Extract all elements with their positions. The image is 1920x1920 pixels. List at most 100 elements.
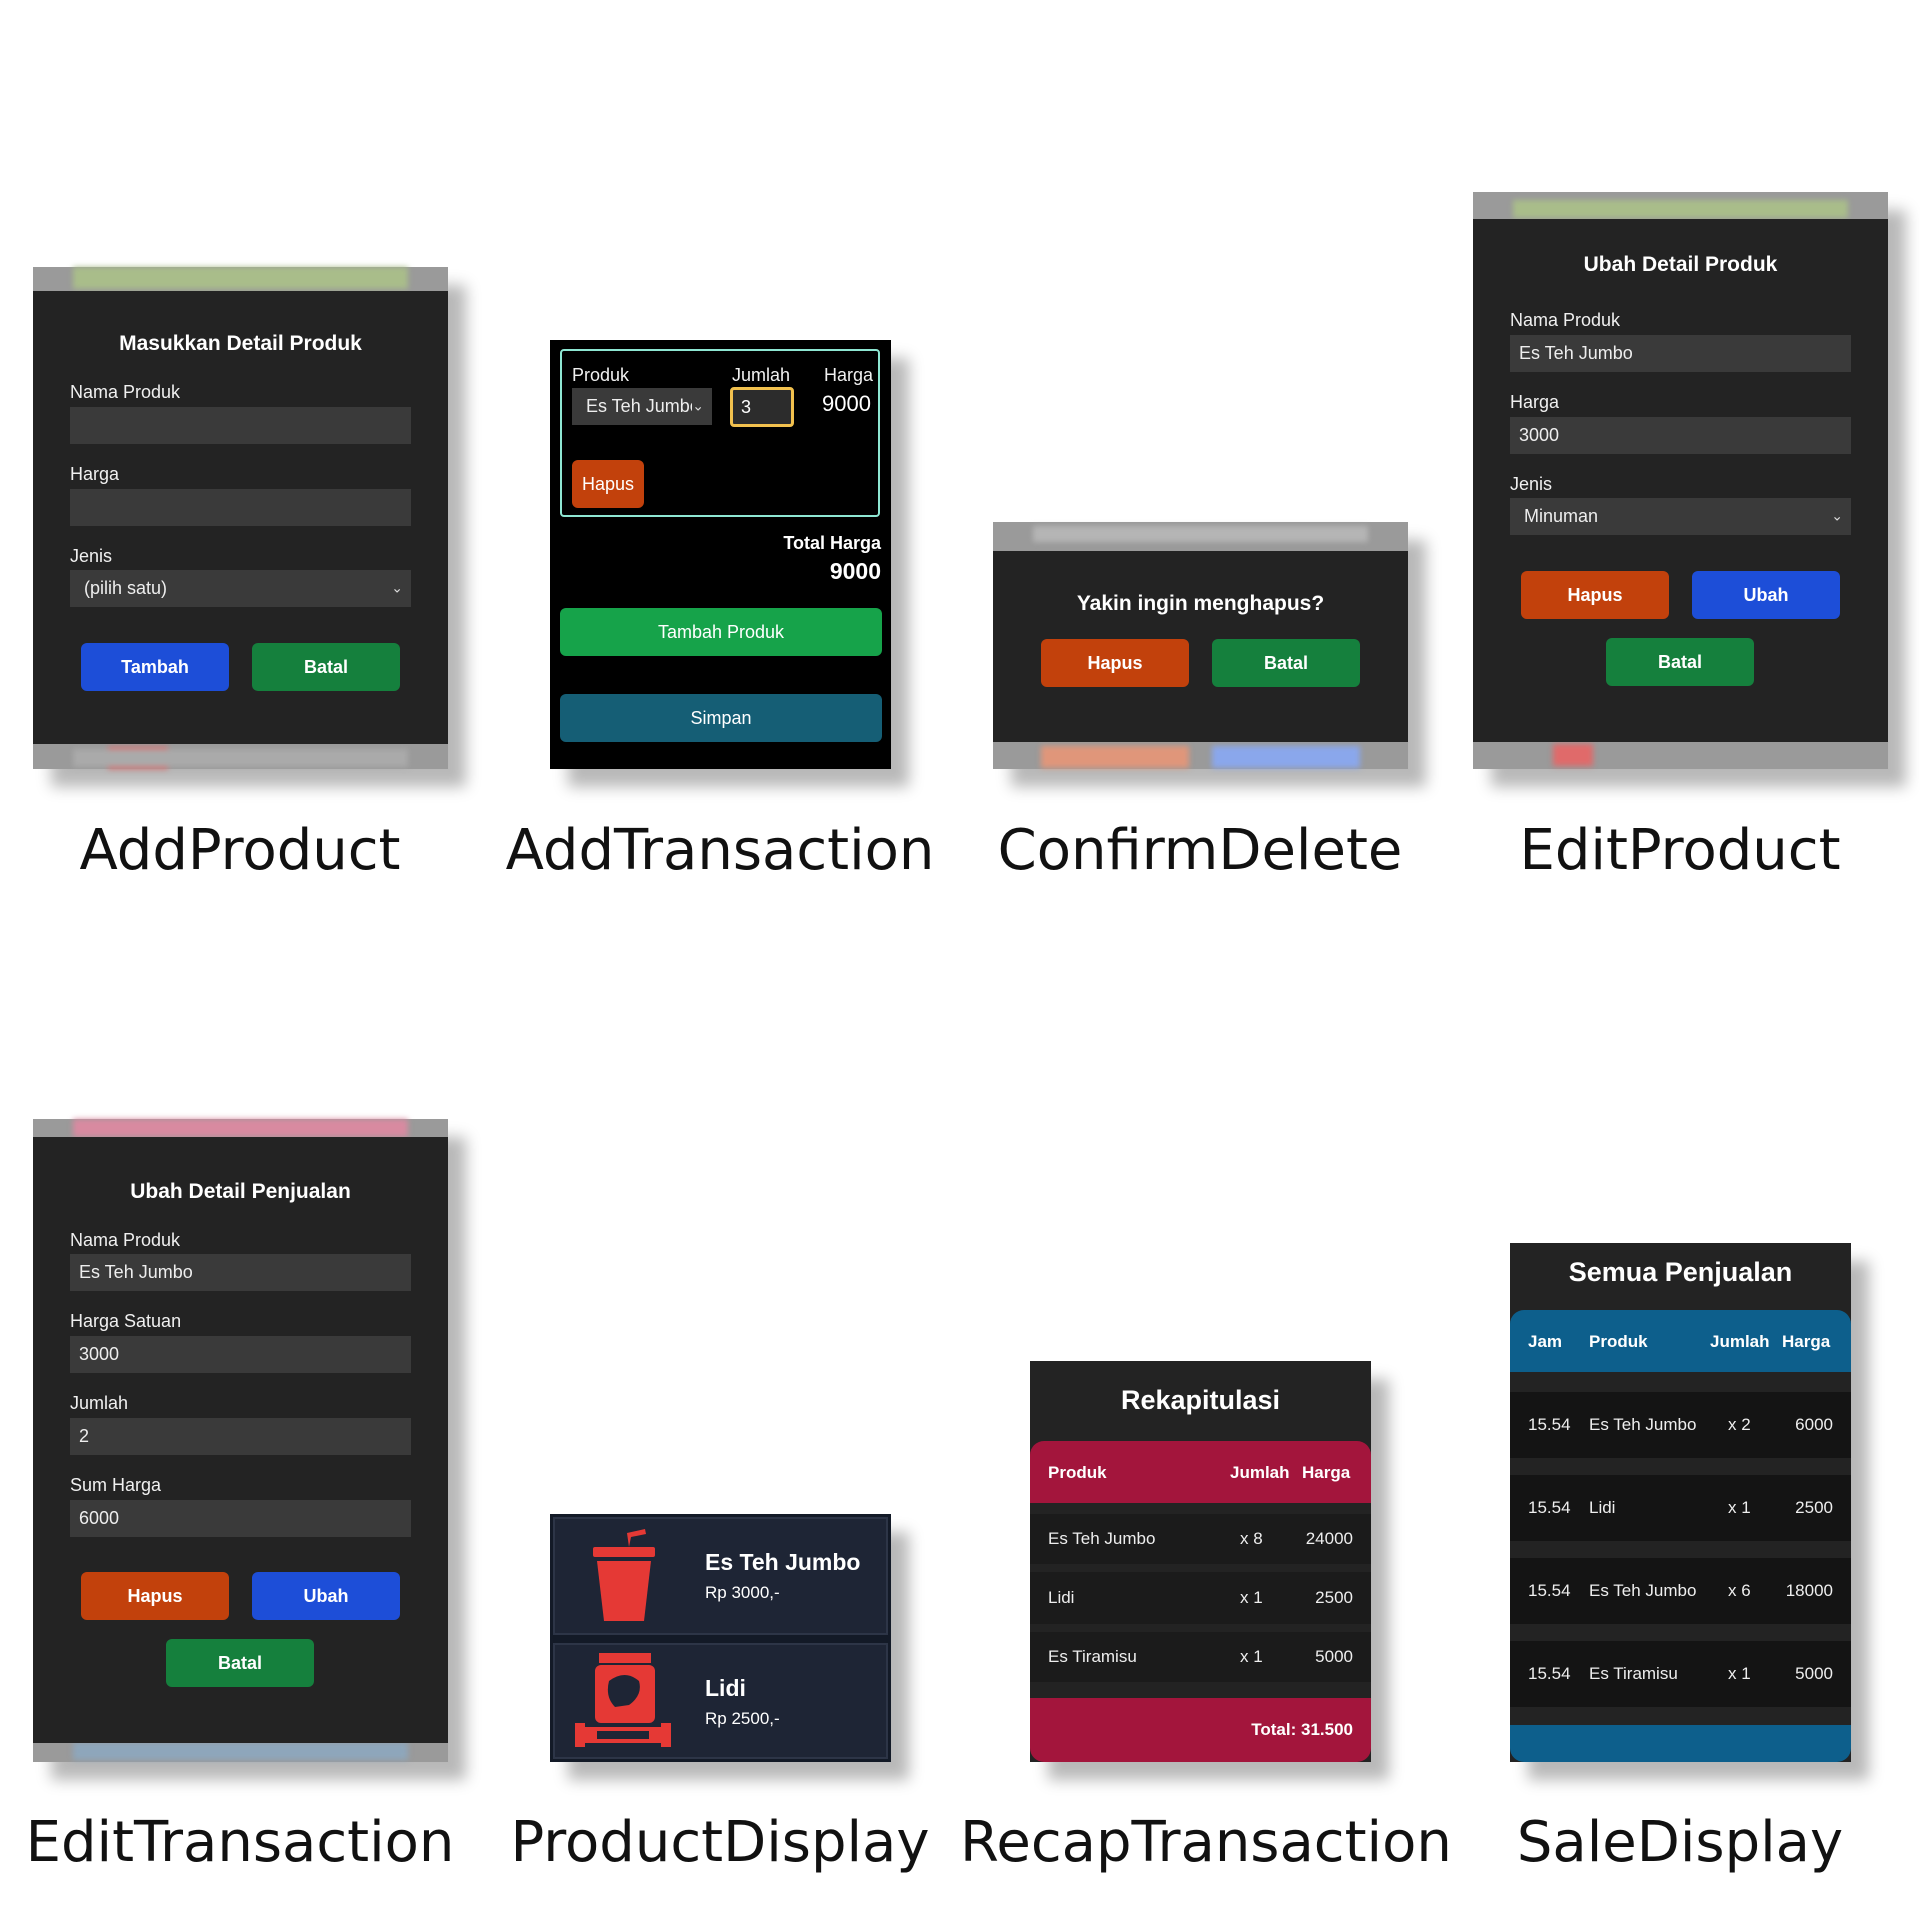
qty-input[interactable]: 2 (70, 1418, 411, 1455)
background-blur-bottom (73, 749, 408, 767)
cell-price: 18000 (1785, 1581, 1833, 1600)
product-price: Rp 2500,- (705, 1709, 780, 1728)
product-name: Es Teh Jumbo (705, 1549, 861, 1575)
product-card[interactable]: Es Teh Jumbo Rp 3000,- (553, 1517, 888, 1635)
cell-time: 15.54 (1528, 1415, 1571, 1434)
type-select[interactable]: Minuman ⌄ (1510, 498, 1851, 535)
background-blur-bottom-blue (1212, 746, 1360, 768)
save-button[interactable]: Simpan (560, 694, 882, 742)
table-row: Lidi x 1 2500 (1030, 1572, 1371, 1624)
cell-product: Es Tiramisu (1048, 1647, 1137, 1666)
background-blur-bottom-left (1553, 744, 1593, 766)
type-select-value: (pilih satu) (84, 578, 168, 598)
edit-button[interactable]: Ubah (1692, 571, 1840, 619)
name-label: Nama Produk (70, 382, 181, 402)
dialog-title: Masukkan Detail Produk (119, 332, 362, 355)
cell-qty: x 2 (1728, 1415, 1751, 1434)
header-qty: Jumlah (1710, 1332, 1770, 1351)
table-row: 15.54 Es Teh Jumbo x 6 18000 (1510, 1558, 1851, 1624)
type-label: Jenis (1510, 474, 1553, 494)
caption-add-product: AddProduct (79, 818, 401, 883)
delete-button[interactable]: Hapus (1041, 639, 1189, 687)
add-product-button[interactable]: Tambah Produk (560, 608, 882, 656)
qty-input[interactable]: 3 (730, 387, 794, 427)
caption-recap-transaction: RecapTransaction (960, 1810, 1452, 1875)
edit-transaction-panel: Ubah Detail Penjualan Nama Produk Es Teh… (33, 1119, 448, 1762)
chevron-down-icon: ⌄ (391, 579, 403, 596)
edit-transaction-dialog: Ubah Detail Penjualan Nama Produk Es Teh… (33, 1137, 448, 1743)
price-value: 9000 (822, 391, 871, 416)
confirm-dialog: Yakin ingin menghapus? Hapus Batal (993, 551, 1408, 742)
header-product: Produk (1589, 1332, 1648, 1351)
cell-price: 2500 (1795, 1498, 1833, 1517)
cell-qty: x 8 (1240, 1529, 1263, 1548)
dialog-title: Ubah Detail Penjualan (130, 1180, 351, 1203)
type-label: Jenis (70, 546, 113, 566)
sum-label: Sum Harga (70, 1475, 162, 1495)
cell-product: Lidi (1048, 1588, 1075, 1607)
product-card[interactable]: Lidi Rp 2500,- (553, 1643, 888, 1759)
sale-title: Semua Penjualan (1568, 1257, 1793, 1287)
edit-product-dialog: Ubah Detail Produk Nama Produk Es Teh Ju… (1473, 219, 1888, 742)
add-product-dialog: Masukkan Detail Produk Nama Produk Harga… (33, 291, 448, 744)
header-product: Produk (1048, 1463, 1107, 1482)
header-time: Jam (1528, 1332, 1563, 1351)
table-row: Es Teh Jumbo x 8 24000 (1030, 1514, 1371, 1564)
cell-price: 5000 (1795, 1664, 1833, 1683)
recap-panel: Rekapitulasi Produk Jumlah Harga Es Teh … (1030, 1361, 1371, 1762)
cell-product: Es Teh Jumbo (1589, 1415, 1697, 1434)
name-input[interactable] (70, 407, 411, 444)
background-blur-top (1513, 200, 1848, 218)
snack-pack-icon (575, 1653, 671, 1747)
product-display-panel: Es Teh Jumbo Rp 3000,- Lidi Rp 2500,- (550, 1514, 891, 1762)
cell-price: 5000 (1315, 1647, 1353, 1666)
table-row: 15.54 Es Teh Jumbo x 2 6000 (1510, 1392, 1851, 1458)
dialog-title: Ubah Detail Produk (1583, 253, 1778, 276)
cell-qty: x 1 (1728, 1498, 1751, 1517)
cell-qty: x 1 (1728, 1664, 1751, 1683)
unit-price-input[interactable]: 3000 (70, 1336, 411, 1373)
recap-title: Rekapitulasi (1120, 1385, 1281, 1415)
type-select[interactable]: (pilih satu) ⌄ (70, 570, 411, 607)
cancel-button[interactable]: Batal (166, 1639, 314, 1687)
cell-time: 15.54 (1528, 1498, 1571, 1517)
cancel-button[interactable]: Batal (1212, 639, 1360, 687)
background-blur-top (73, 267, 408, 289)
table-row: 15.54 Lidi x 1 2500 (1510, 1475, 1851, 1541)
name-input[interactable]: Es Teh Jumbo (70, 1254, 411, 1291)
edit-button[interactable]: Ubah (252, 1572, 400, 1620)
product-price: Rp 3000,- (705, 1583, 780, 1602)
product-select-value: Es Teh Jumbo (586, 396, 692, 416)
header-price: Harga (1782, 1332, 1831, 1351)
product-select[interactable]: Es Teh Jumbo ⌄ (572, 388, 712, 425)
delete-button[interactable]: Hapus (81, 1572, 229, 1620)
drink-cup-icon (593, 1529, 655, 1621)
caption-edit-transaction: EditTransaction (25, 1810, 455, 1875)
delete-button[interactable]: Hapus (572, 460, 644, 508)
cell-qty: x 1 (1240, 1588, 1263, 1607)
cell-time: 15.54 (1528, 1581, 1571, 1600)
table-row: 15.54 Es Tiramisu x 1 5000 (1510, 1641, 1851, 1707)
cancel-button[interactable]: Batal (252, 643, 400, 691)
table-row: Es Tiramisu x 1 5000 (1030, 1632, 1371, 1682)
add-transaction-panel: Produk Jumlah Harga Es Teh Jumbo ⌄ 3 900… (550, 340, 891, 769)
caption-product-display: ProductDisplay (510, 1810, 930, 1875)
total-value: 9000 (829, 558, 881, 584)
caption-add-transaction: AddTransaction (505, 818, 935, 883)
add-button[interactable]: Tambah (81, 643, 229, 691)
recap-total: Total: 31.500 (1251, 1720, 1353, 1739)
background-blur-top (73, 1119, 408, 1137)
background-blur-bottom (73, 1742, 408, 1760)
price-label: Harga (1510, 392, 1560, 412)
chevron-down-icon: ⌄ (692, 397, 704, 414)
price-input[interactable] (70, 489, 411, 526)
cell-product: Es Teh Jumbo (1589, 1581, 1697, 1600)
name-input[interactable]: Es Teh Jumbo (1510, 335, 1851, 372)
sum-input[interactable]: 6000 (70, 1500, 411, 1537)
add-product-panel: Masukkan Detail Produk Nama Produk Harga… (33, 267, 448, 769)
total-label: Total Harga (783, 533, 881, 553)
confirm-delete-panel: Yakin ingin menghapus? Hapus Batal (993, 522, 1408, 769)
price-input[interactable]: 3000 (1510, 417, 1851, 454)
cancel-button[interactable]: Batal (1606, 638, 1754, 686)
delete-button[interactable]: Hapus (1521, 571, 1669, 619)
